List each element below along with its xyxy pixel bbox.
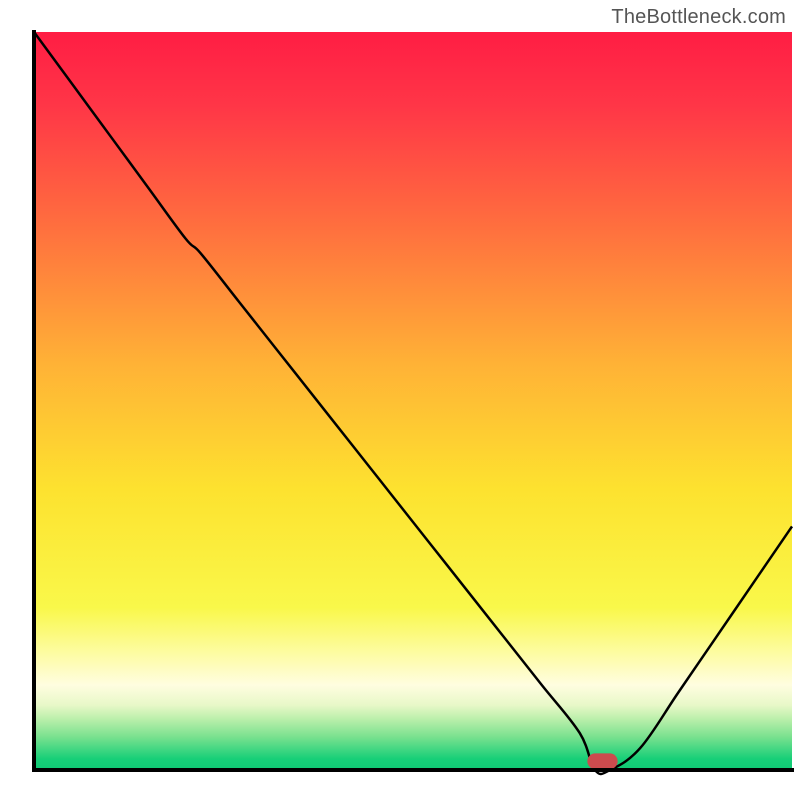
watermark-text: TheBottleneck.com (611, 6, 786, 29)
bottleneck-curve-chart (0, 0, 800, 800)
chart-container: TheBottleneck.com (0, 0, 800, 800)
plot-background (34, 32, 792, 770)
optimal-marker (587, 753, 617, 769)
